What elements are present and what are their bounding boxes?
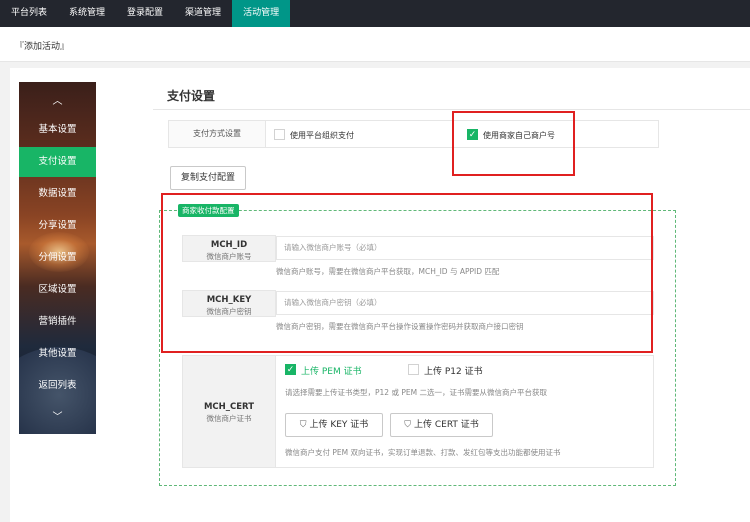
menu-item-back-to-list[interactable]: 返回列表 [19,371,96,401]
side-menu: ︿ 基本设置 支付设置 数据设置 分享设置 分佣设置 区域设置 营销插件 其他设… [19,82,96,434]
scroll-up-arrow-icon[interactable]: ︿ [19,92,96,107]
top-nav: 平台列表 系统管理 登录配置 渠道管理 活动管理 [0,0,750,27]
cert-help: 微信商户支付 PEM 双向证书，实现订单退款、打款、发红包等支出功能都使用证书 [285,448,561,457]
menu-item-data-settings[interactable]: 数据设置 [19,179,96,209]
upload-cert-cert-label: 上传 CERT 证书 [413,420,479,430]
section-title: 支付设置 [167,89,216,103]
pem-cert-checkbox[interactable]: ✓ [285,364,296,375]
pay-method-label: 支付方式设置 [169,121,266,147]
platform-pay-label: 使用平台组织支付 [290,131,354,140]
nav-login-config[interactable]: 登录配置 [116,0,174,27]
menu-item-share-settings[interactable]: 分享设置 [19,211,96,241]
menu-item-other-settings[interactable]: 其他设置 [19,339,96,369]
pay-method-row: 支付方式设置 使用平台组织支付 ✓ 使用商家自己商户号 [168,120,659,148]
scroll-down-arrow-icon[interactable]: ﹀ [19,408,96,423]
breadcrumb: 『添加活动』 [15,42,70,52]
title-divider [153,109,750,110]
mch-cert-box: ✓ 上传 PEM 证书 上传 P12 证书 请选择需要上传证书类型，P12 或 … [275,355,654,468]
nav-system-management[interactable]: 系统管理 [58,0,116,27]
breadcrumb-bar: 『添加活动』 [0,27,750,62]
menu-item-region-settings[interactable]: 区域设置 [19,275,96,305]
nav-activity-management[interactable]: 活动管理 [232,0,291,27]
upload-cert-cert-button[interactable]: ⛉ 上传 CERT 证书 [390,413,493,437]
highlight-box-merchant-option [452,111,575,176]
mch-cert-title: MCH_CERT [203,402,255,412]
cert-type-hint: 请选择需要上传证书类型，P12 或 PEM 二选一，证书需要从微信商户平台获取 [285,388,547,397]
menu-item-payment-settings[interactable]: 支付设置 [19,147,96,177]
copy-pay-config-button[interactable]: 复制支付配置 [170,166,246,190]
nav-platform-list[interactable]: 平台列表 [0,0,58,27]
highlight-box-merchant-fields [161,193,653,353]
p12-cert-checkbox[interactable] [408,364,419,375]
menu-item-basic-settings[interactable]: 基本设置 [19,115,96,145]
upload-key-cert-button[interactable]: ⛉ 上传 KEY 证书 [285,413,383,437]
pem-cert-label: 上传 PEM 证书 [301,367,362,377]
shield-icon: ⛉ [404,420,411,430]
nav-channel-management[interactable]: 渠道管理 [174,0,232,27]
upload-key-cert-label: 上传 KEY 证书 [309,420,369,430]
menu-item-marketing-plugins[interactable]: 营销插件 [19,307,96,337]
mch-cert-subtitle: 微信商户证书 [206,414,252,423]
shield-icon: ⛉ [299,420,307,430]
platform-pay-checkbox[interactable] [274,129,285,140]
menu-item-commission-settings[interactable]: 分佣设置 [19,243,96,273]
p12-cert-label: 上传 P12 证书 [424,367,483,377]
mch-cert-label: MCH_CERT 微信商户证书 [182,355,276,468]
